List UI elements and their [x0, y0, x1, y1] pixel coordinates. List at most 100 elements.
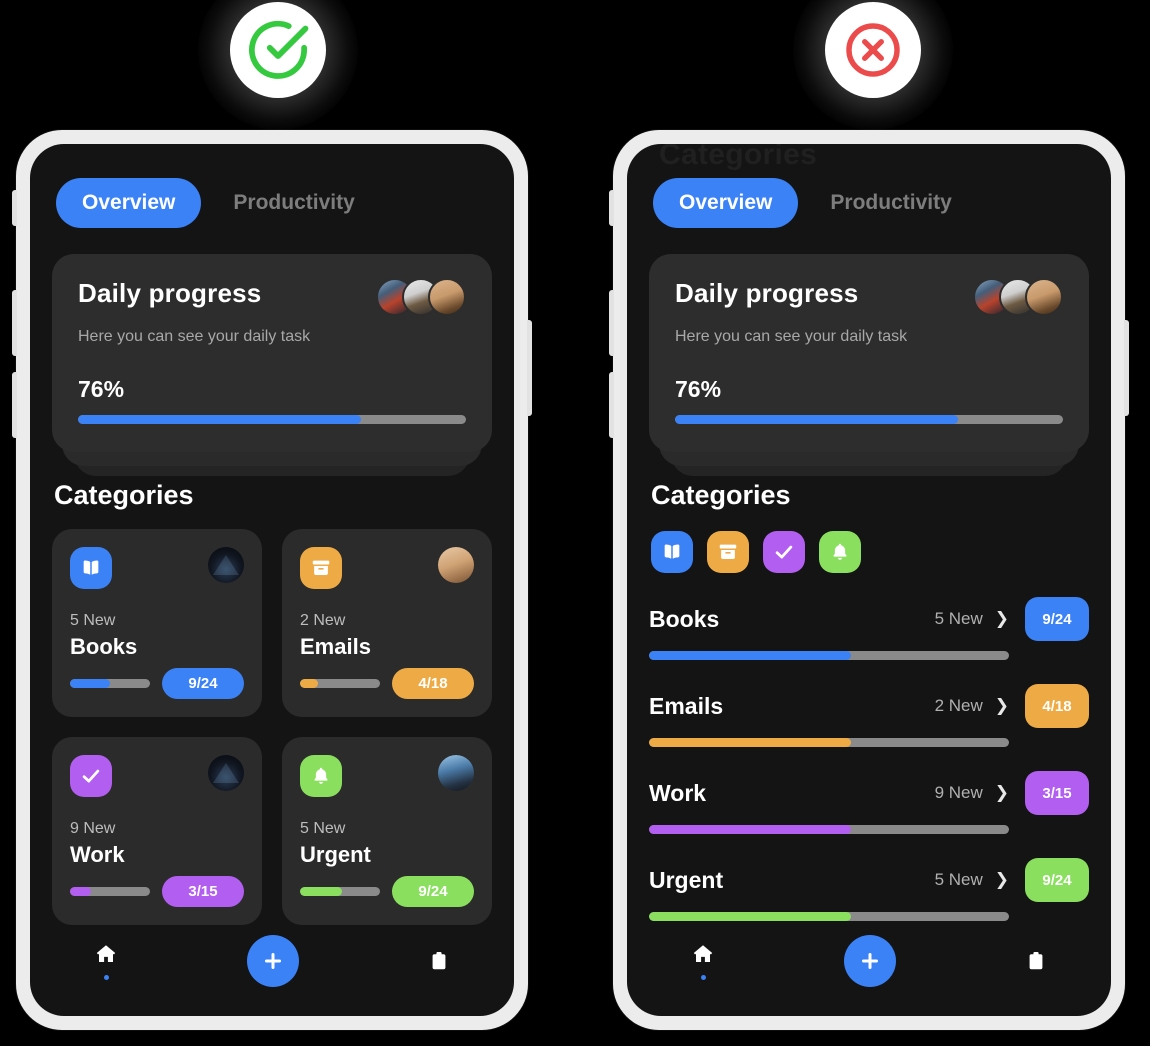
daily-progress-title: Daily progress — [78, 278, 262, 308]
cut-off-heading: Categories — [659, 144, 818, 171]
avatar-group[interactable] — [376, 278, 466, 316]
plus-icon — [858, 949, 882, 973]
avatar — [438, 755, 474, 791]
volume-down-button[interactable] — [12, 372, 17, 438]
category-name: Books — [649, 605, 720, 632]
category-card-work[interactable]: 9 New Work 3/15 — [52, 737, 262, 925]
clipboard-icon — [428, 949, 450, 973]
nav-item-home[interactable] — [94, 942, 118, 980]
daily-progress-card[interactable]: Daily progress Here you can see your dai… — [649, 254, 1089, 452]
volume-up-button[interactable] — [609, 290, 614, 356]
archive-box-icon — [300, 547, 342, 589]
list-item-books[interactable]: Books 5 New ❯ 9/24 — [649, 597, 1089, 660]
category-count-badge: 4/18 — [1025, 684, 1089, 728]
category-progress-fill — [70, 679, 110, 688]
daily-progress-title: Daily progress — [675, 278, 859, 308]
error-badge — [825, 2, 921, 98]
category-progress-fill — [70, 887, 91, 896]
category-count-badge: 9/24 — [392, 876, 474, 907]
nav-active-indicator — [700, 975, 706, 980]
category-name: Emails — [649, 692, 724, 719]
category-count-badge: 9/24 — [162, 668, 244, 699]
check-icon[interactable] — [763, 531, 805, 573]
tab-productivity[interactable]: Productivity — [804, 178, 977, 228]
phone-mockup-left: Overview Productivity Daily progress Her… — [12, 130, 532, 1030]
x-circle-icon — [842, 19, 904, 81]
category-progress-bar — [70, 679, 150, 688]
category-card-urgent[interactable]: 5 New Urgent 9/24 — [282, 737, 492, 925]
list-item-emails[interactable]: Emails 2 New ❯ 4/18 — [649, 684, 1089, 747]
category-card-books[interactable]: 5 New Books 9/24 — [52, 529, 262, 717]
avatar — [438, 547, 474, 583]
clipboard-icon — [1025, 949, 1047, 973]
category-name: Work — [70, 841, 125, 867]
category-count-badge: 3/15 — [1025, 771, 1089, 815]
mute-switch[interactable] — [12, 190, 17, 226]
category-progress-bar — [649, 825, 1009, 834]
category-name: Emails — [300, 633, 371, 659]
daily-progress-subtitle: Here you can see your daily task — [675, 328, 908, 345]
category-name: Books — [70, 633, 138, 659]
book-icon[interactable] — [651, 531, 693, 573]
daily-progress-card-stack: Daily progress Here you can see your dai… — [649, 254, 1089, 476]
check-circle-icon — [245, 17, 311, 83]
category-count-badge: 4/18 — [392, 668, 474, 699]
daily-progress-subtitle: Here you can see your daily task — [78, 328, 311, 345]
category-new-count: 5 New — [934, 609, 983, 628]
category-progress-bar — [300, 887, 380, 896]
chevron-right-icon[interactable]: ❯ — [995, 783, 1009, 803]
tab-overview[interactable]: Overview — [653, 178, 799, 228]
category-new-count: 2 New — [300, 611, 346, 629]
volume-down-button[interactable] — [609, 372, 614, 438]
category-progress-fill — [649, 651, 851, 660]
category-new-count: 5 New — [70, 611, 116, 629]
nav-active-indicator — [103, 975, 109, 980]
daily-progress-percent: 76% — [78, 376, 125, 402]
volume-up-button[interactable] — [12, 290, 17, 356]
categories-list: Books 5 New ❯ 9/24 Emails 2 New ❯ 4/18 W… — [649, 597, 1089, 921]
avatar — [208, 755, 244, 791]
list-item-work[interactable]: Work 9 New ❯ 3/15 — [649, 771, 1089, 834]
tab-overview[interactable]: Overview — [56, 178, 202, 228]
category-new-count: 9 New — [70, 819, 116, 837]
add-button[interactable] — [843, 935, 896, 987]
avatar-group[interactable] — [973, 278, 1063, 316]
chevron-right-icon[interactable]: ❯ — [995, 696, 1009, 716]
nav-item-tasks[interactable] — [1025, 949, 1047, 973]
category-count-badge: 3/15 — [162, 876, 244, 907]
home-icon — [691, 942, 715, 966]
bell-icon[interactable] — [819, 531, 861, 573]
add-button[interactable] — [246, 935, 299, 987]
category-progress-bar — [70, 887, 150, 896]
bell-icon — [300, 755, 342, 797]
mute-switch[interactable] — [609, 190, 614, 226]
chevron-right-icon[interactable]: ❯ — [995, 870, 1009, 890]
book-icon — [70, 547, 112, 589]
category-progress-bar — [649, 651, 1009, 660]
category-count-badge: 9/24 — [1025, 597, 1089, 641]
category-card-emails[interactable]: 2 New Emails 4/18 — [282, 529, 492, 717]
success-badge — [230, 2, 326, 98]
tab-productivity[interactable]: Productivity — [207, 178, 380, 228]
category-name: Urgent — [649, 866, 724, 893]
daily-progress-bar — [675, 415, 1063, 424]
nav-item-tasks[interactable] — [428, 949, 450, 973]
power-button[interactable] — [527, 320, 532, 416]
daily-progress-bar-fill — [78, 415, 362, 424]
daily-progress-card[interactable]: Daily progress Here you can see your dai… — [52, 254, 492, 452]
plus-icon — [261, 949, 285, 973]
bottom-nav-left — [30, 906, 514, 1016]
category-progress-fill — [300, 679, 318, 688]
screen-left: Overview Productivity Daily progress Her… — [30, 144, 514, 1016]
power-button[interactable] — [1124, 320, 1129, 416]
category-new-count: 5 New — [934, 870, 983, 889]
category-progress-fill — [649, 825, 851, 834]
category-name: Urgent — [300, 841, 371, 867]
home-icon — [94, 942, 118, 966]
nav-item-home[interactable] — [691, 942, 715, 980]
category-progress-bar — [649, 738, 1009, 747]
phone-mockup-right: Categories Overview Productivity Daily p… — [609, 130, 1129, 1030]
chevron-right-icon[interactable]: ❯ — [995, 609, 1009, 629]
daily-progress-card-stack: Daily progress Here you can see your dai… — [52, 254, 492, 476]
archive-box-icon[interactable] — [707, 531, 749, 573]
